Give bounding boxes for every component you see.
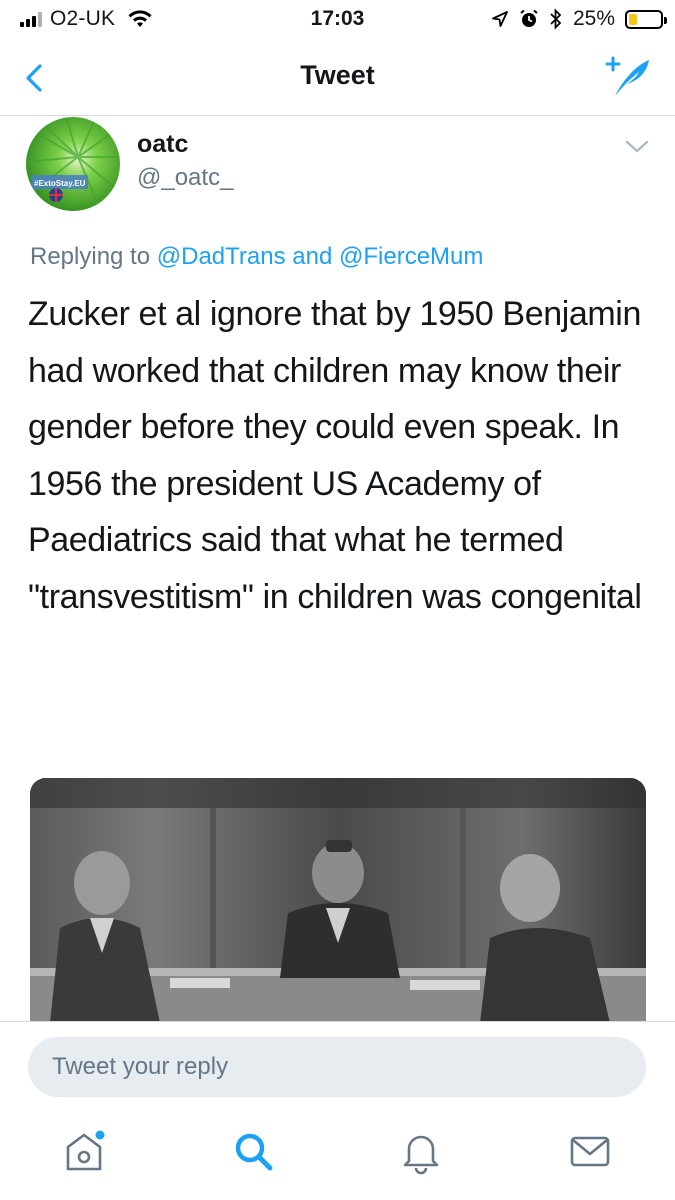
tab-bar <box>0 1105 675 1200</box>
avatar-text: #ExtoStay.EU <box>34 179 86 188</box>
reply-mention-and: and <box>292 243 333 270</box>
status-right: 25% <box>491 7 667 31</box>
reply-input[interactable] <box>28 1037 646 1097</box>
replying-to: Replying to @DadTrans and @FierceMum <box>30 243 483 271</box>
chevron-down-icon[interactable] <box>623 136 651 156</box>
reply-mention-fiercemum[interactable]: @FierceMum <box>339 243 483 270</box>
battery-level-fill <box>629 13 637 25</box>
replying-to-label: Replying to <box>30 243 151 270</box>
notification-dot <box>95 1130 105 1140</box>
avatar-image: #ExtoStay.EU <box>26 117 120 211</box>
avatar[interactable]: #ExtoStay.EU <box>26 117 120 211</box>
page-title: Tweet <box>300 60 375 90</box>
home-icon[interactable] <box>60 1127 108 1175</box>
reply-bar <box>0 1021 675 1105</box>
notifications-icon[interactable] <box>397 1127 445 1175</box>
nav-bar: Tweet <box>0 40 675 116</box>
messages-icon[interactable] <box>566 1127 614 1175</box>
bluetooth-icon <box>550 8 562 30</box>
reply-mention-dadtrans[interactable]: @DadTrans <box>157 243 286 270</box>
battery-percent: 25% <box>572 7 615 30</box>
location-arrow-icon <box>492 11 508 27</box>
video-thumbnail <box>30 778 646 1023</box>
status-bar: O2-UK 17:03 25% <box>0 0 675 40</box>
search-icon[interactable] <box>229 1127 277 1175</box>
compose-tweet-icon[interactable] <box>605 54 651 98</box>
battery-icon <box>625 9 667 29</box>
display-name[interactable]: oatc <box>137 130 188 159</box>
tweet-media-video[interactable] <box>30 778 646 1023</box>
tweet-text: Zucker et al ignore that by 1950 Benjami… <box>28 295 642 616</box>
alarm-icon <box>520 9 538 27</box>
user-handle[interactable]: @_oatc_ <box>137 164 233 192</box>
